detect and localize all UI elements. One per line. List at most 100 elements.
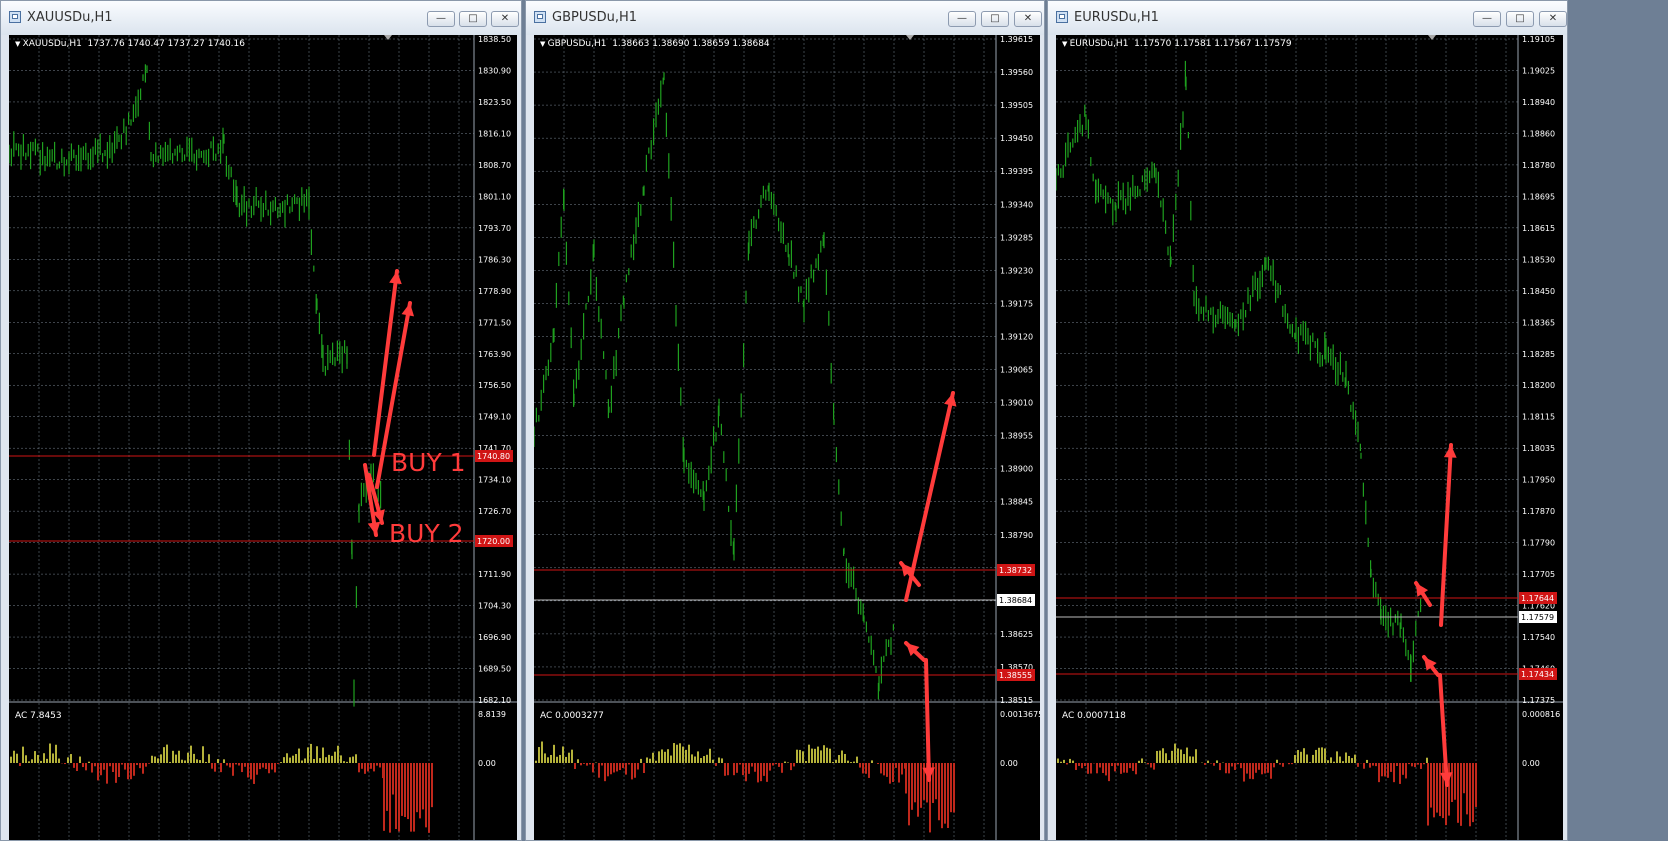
level-price-text: 1.17644: [1521, 594, 1554, 603]
price-label: 1689.50: [478, 665, 511, 674]
price-label: 1.39010: [1000, 399, 1033, 408]
minimize-button[interactable]: —: [427, 11, 455, 27]
chart-window-xauusd[interactable]: XAUUSDu,H1 — □ ✕ 1838.50 1830.90 1823.50 18…: [0, 0, 522, 841]
price-label: 1.17870: [1522, 507, 1555, 516]
ac-top-value: 8.8139: [478, 710, 506, 719]
minimize-button[interactable]: —: [1473, 11, 1501, 27]
price-label: 1793.70: [478, 224, 511, 233]
price-label: 1.18285: [1522, 350, 1555, 359]
price-label: 1808.70: [478, 161, 511, 170]
price-label: 1.18780: [1522, 161, 1555, 170]
chart-window-icon: [9, 11, 21, 23]
price-label: 1704.30: [478, 602, 511, 611]
price-label: 1838.50: [478, 35, 511, 44]
price-label: 1.39285: [1000, 233, 1033, 242]
maximize-button[interactable]: □: [1506, 11, 1534, 27]
arrow-icon: [372, 269, 399, 457]
close-button[interactable]: ✕: [1539, 11, 1567, 27]
price-label: 1.38900: [1000, 465, 1033, 474]
arrow-icon: [924, 658, 931, 782]
chart-area[interactable]: 1.39615 1.39560 1.39505 1.39450 1.39395 1.393…: [534, 35, 1040, 840]
level-price-text: 1.38732: [999, 566, 1032, 575]
level-price-text: 1.38555: [999, 671, 1032, 680]
price-label: 1.18530: [1522, 255, 1555, 264]
chart-area[interactable]: 1.19105 1.19025 1.18940 1.18860 1.18780 1.186…: [1056, 35, 1563, 840]
price-label: 1.39560: [1000, 68, 1033, 77]
title-bar[interactable]: GBPUSDu,H1 — □ ✕: [526, 1, 1044, 35]
chart-window-icon: [1056, 11, 1068, 23]
price-label: 1.17540: [1522, 633, 1555, 642]
price-label: 1763.90: [478, 350, 511, 359]
price-label: 1682.10: [478, 696, 511, 705]
price-bars: [1056, 60, 1422, 682]
annotation-buy-1: BUY 1: [391, 448, 466, 477]
symbol-header: EURUSDu,H1 1.17570 1.17581 1.17567 1.175…: [1062, 39, 1292, 49]
price-label: 1696.90: [478, 633, 511, 642]
price-label: 1.17950: [1522, 476, 1555, 485]
price-label: 1.39120: [1000, 332, 1033, 341]
price-label: 1.38790: [1000, 531, 1033, 540]
drawn-arrows: [899, 391, 957, 782]
drawn-arrows: [363, 269, 415, 537]
price-label: 1711.90: [478, 570, 511, 579]
price-label: 1823.50: [478, 98, 511, 107]
symbol-header: XAUUSDu,H1 1737.76 1740.47 1737.27 1740.…: [15, 39, 245, 49]
price-label: 1.39505: [1000, 101, 1033, 110]
level-price-text: 1740.80: [477, 452, 510, 461]
price-label: 1.18365: [1522, 318, 1555, 327]
ac-top-value: 0.0013675: [1000, 710, 1040, 719]
minimize-button[interactable]: —: [948, 11, 976, 27]
indicator-label: AC 0.0007118: [1062, 711, 1126, 721]
ac-histogram: [535, 741, 955, 833]
price-label: 1734.10: [478, 476, 511, 485]
price-bars: [534, 72, 894, 700]
price-label: 1.18695: [1522, 192, 1555, 201]
level-price-text: 1.17579: [1521, 613, 1554, 622]
indicator-label: AC 0.0003277: [540, 711, 604, 721]
title-bar[interactable]: XAUUSDu,H1 — □ ✕: [1, 1, 521, 35]
price-label: 1816.10: [478, 129, 511, 138]
ac-top-value: 0.000816: [1522, 710, 1560, 719]
price-label: 1.38625: [1000, 630, 1033, 639]
chart-window-icon: [534, 11, 546, 23]
price-label: 1.39450: [1000, 134, 1033, 143]
ac-histogram: [1057, 743, 1477, 827]
window-title: XAUUSDu,H1: [27, 10, 113, 25]
indicator-label: AC 7.8453: [15, 711, 62, 721]
maximize-button[interactable]: □: [459, 11, 487, 27]
price-label: 1.19105: [1522, 35, 1555, 44]
price-label: 1.19025: [1522, 66, 1555, 75]
ac-zero-value: 0.00: [1522, 759, 1540, 768]
drawn-arrows: [1414, 443, 1457, 787]
maximize-button[interactable]: □: [981, 11, 1009, 27]
price-label: 1.38515: [1000, 696, 1033, 705]
price-label: 1.39065: [1000, 366, 1033, 375]
price-label: 1.17790: [1522, 539, 1555, 548]
close-button[interactable]: ✕: [1014, 11, 1042, 27]
price-label: 1.39340: [1000, 200, 1033, 209]
chart-window-gbpusd[interactable]: GBPUSDu,H1 — □ ✕ 1.39615 1.39560 1.39505 1.…: [525, 0, 1045, 841]
title-bar[interactable]: EURUSDu,H1 — □ ✕: [1048, 1, 1567, 35]
price-chart[interactable]: 1838.50 1830.90 1823.50 1816.10 1808.70 1801.…: [9, 35, 517, 840]
chart-window-eurusd[interactable]: EURUSDu,H1 — □ ✕ 1.19105 1.19025 1.18940 1.…: [1047, 0, 1568, 841]
price-label: 1.18115: [1522, 413, 1555, 422]
price-label: 1726.70: [478, 507, 511, 516]
arrowhead-icon: [1439, 772, 1453, 785]
window-title: EURUSDu,H1: [1074, 10, 1159, 25]
price-chart[interactable]: 1.19105 1.19025 1.18940 1.18860 1.18780 1.186…: [1056, 35, 1563, 840]
price-label: 1.39615: [1000, 35, 1033, 44]
price-label: 1.18860: [1522, 129, 1555, 138]
close-button[interactable]: ✕: [491, 11, 519, 27]
level-price-text: 1.38684: [999, 596, 1032, 605]
price-label: 1830.90: [478, 66, 511, 75]
price-label: 1801.10: [478, 192, 511, 201]
price-label: 1.17375: [1522, 696, 1555, 705]
price-label: 1.38955: [1000, 432, 1033, 441]
price-label: 1.18035: [1522, 444, 1555, 453]
price-label: 1.18940: [1522, 98, 1555, 107]
price-label: 1786.30: [478, 255, 511, 264]
ac-zero-value: 0.00: [478, 759, 496, 768]
price-label: 1.38845: [1000, 498, 1033, 507]
chart-area[interactable]: 1838.50 1830.90 1823.50 1816.10 1808.70 1801.…: [9, 35, 517, 840]
price-chart[interactable]: 1.39615 1.39560 1.39505 1.39450 1.39395 1.393…: [534, 35, 1040, 840]
